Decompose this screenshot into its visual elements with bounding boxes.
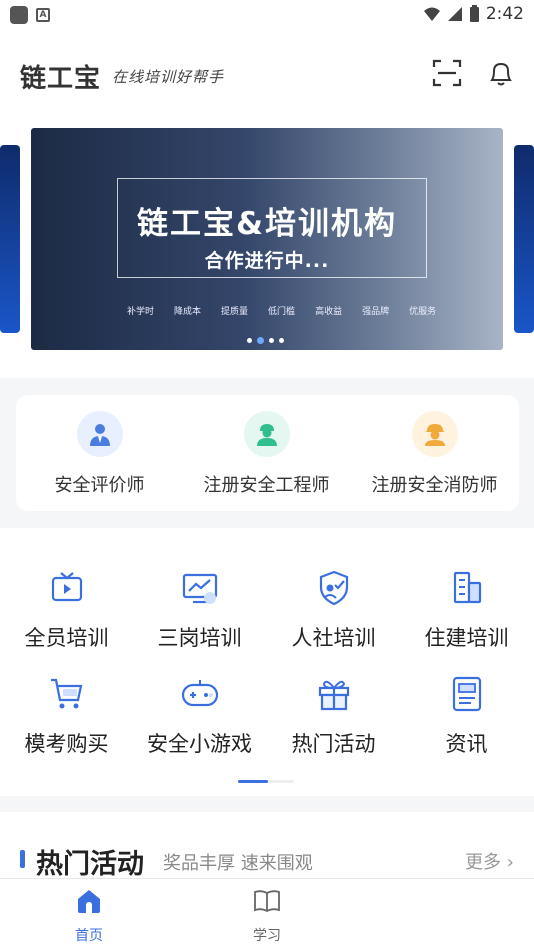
carousel-dot[interactable] xyxy=(247,338,252,343)
tab-label: 首页 xyxy=(75,928,103,944)
banner-tag: 提质量 xyxy=(221,307,249,317)
bell-icon[interactable] xyxy=(486,58,516,88)
app-logo: 链工宝 xyxy=(20,64,102,94)
banner-title: 链工宝&培训机构 xyxy=(136,206,398,242)
grid-label: 热门活动 xyxy=(291,732,376,756)
tab-study[interactable]: 学习 xyxy=(227,887,307,945)
gamepad-icon xyxy=(181,680,218,707)
shield-user-icon xyxy=(319,570,348,606)
section-subtitle: 奖品丰厚 速来围观 xyxy=(163,853,313,874)
grid-item-all-staff-training[interactable]: 全员培训 xyxy=(0,568,133,652)
grid-item-news[interactable]: 资讯 xyxy=(400,674,533,758)
banner-carousel[interactable]: 链工宝&培训机构 合作进行中... 补学时 降成本 提质量 低门槛 高收益 强品… xyxy=(0,120,534,378)
carousel-dot-active[interactable] xyxy=(257,337,264,344)
cart-icon xyxy=(50,678,82,709)
bottom-tab-bar: 首页 学习 xyxy=(0,878,534,950)
chevron-right-icon: › xyxy=(506,852,514,873)
home-icon xyxy=(78,890,100,913)
engineer-icon xyxy=(243,411,290,457)
grid-label: 全员培训 xyxy=(24,626,109,650)
banner-tags: 补学时 降成本 提质量 低门槛 高收益 强品牌 优服务 xyxy=(127,304,436,317)
a-notification-icon: A xyxy=(36,8,50,22)
prev-slide-peek[interactable] xyxy=(0,145,20,333)
next-slide-peek[interactable] xyxy=(514,145,534,333)
banner-tag: 降成本 xyxy=(174,307,202,317)
feature-grid: 全员培训 三岗培训 人社培训 住建培训 模考购买 安全小游戏 热门活动 资讯 xyxy=(0,528,534,796)
app-slogan: 在线培训好帮手 xyxy=(112,68,225,86)
banner-tag: 补学时 xyxy=(127,307,155,317)
notification-app-icon xyxy=(10,6,28,24)
book-icon xyxy=(254,890,280,913)
banner-tag: 低门槛 xyxy=(268,307,296,317)
grid-label: 安全小游戏 xyxy=(147,732,252,756)
tab-home[interactable]: 首页 xyxy=(49,887,129,945)
grid-item-safety-game[interactable]: 安全小游戏 xyxy=(133,674,266,758)
tab-label: 学习 xyxy=(253,928,281,944)
cert-label: 注册安全工程师 xyxy=(203,475,330,496)
carousel-indicator xyxy=(247,337,284,344)
grid-item-construction-training[interactable]: 住建培训 xyxy=(400,568,533,652)
banner-tag: 高收益 xyxy=(315,307,343,317)
banner-slide[interactable]: 链工宝&培训机构 合作进行中... 补学时 降成本 提质量 低门槛 高收益 强品… xyxy=(31,128,503,350)
grid-page-indicator xyxy=(238,780,294,783)
grid-item-three-post-training[interactable]: 三岗培训 xyxy=(133,568,266,652)
status-bar: A 2:42 xyxy=(0,0,534,30)
scan-icon[interactable] xyxy=(432,58,462,88)
news-icon xyxy=(452,676,481,712)
cert-label: 注册安全消防师 xyxy=(371,475,498,496)
grid-label: 三岗培训 xyxy=(157,626,242,650)
certification-card: 安全评价师 注册安全工程师 注册安全消防师 xyxy=(16,395,519,511)
grid-label: 人社培训 xyxy=(291,626,376,650)
firefighter-icon xyxy=(411,411,458,457)
signal-icon xyxy=(447,7,462,21)
banner-subtitle: 合作进行中... xyxy=(204,250,330,272)
grid-label: 模考购买 xyxy=(24,732,109,756)
cert-label: 安全评价师 xyxy=(54,475,145,496)
tv-icon xyxy=(51,572,82,602)
evaluator-icon xyxy=(76,411,123,457)
hot-activities-section: 热门活动 奖品丰厚 速来围观 更多 › xyxy=(0,812,534,882)
app-header: 链工宝 在线培训好帮手 xyxy=(0,30,534,120)
banner-tag: 优服务 xyxy=(409,307,437,317)
grid-item-mock-exam-purchase[interactable]: 模考购买 xyxy=(0,674,133,758)
section-title: 热门活动 xyxy=(36,849,144,880)
grid-label: 住建培训 xyxy=(424,626,509,650)
grid-item-hot-activities[interactable]: 热门活动 xyxy=(267,674,400,758)
cert-fire-safety[interactable]: 注册安全消防师 xyxy=(351,411,518,497)
grid-label: 资讯 xyxy=(445,732,488,756)
section-accent-bar xyxy=(20,850,25,868)
carousel-dot[interactable] xyxy=(269,338,274,343)
wifi-icon xyxy=(423,7,440,21)
carousel-dot[interactable] xyxy=(279,338,284,343)
monitor-chart-icon xyxy=(182,573,217,604)
more-label: 更多 xyxy=(465,852,502,873)
building-icon xyxy=(453,571,481,604)
clock: 2:42 xyxy=(485,4,524,24)
battery-icon xyxy=(469,5,479,22)
cert-safety-engineer[interactable]: 注册安全工程师 xyxy=(183,411,350,497)
cert-safety-evaluator[interactable]: 安全评价师 xyxy=(16,411,183,497)
banner-tag: 强品牌 xyxy=(362,307,390,317)
grid-item-hr-social-training[interactable]: 人社培训 xyxy=(267,568,400,652)
more-link[interactable]: 更多 › xyxy=(465,848,514,874)
gift-icon xyxy=(318,680,349,711)
grid-page-indicator-active xyxy=(238,780,268,783)
